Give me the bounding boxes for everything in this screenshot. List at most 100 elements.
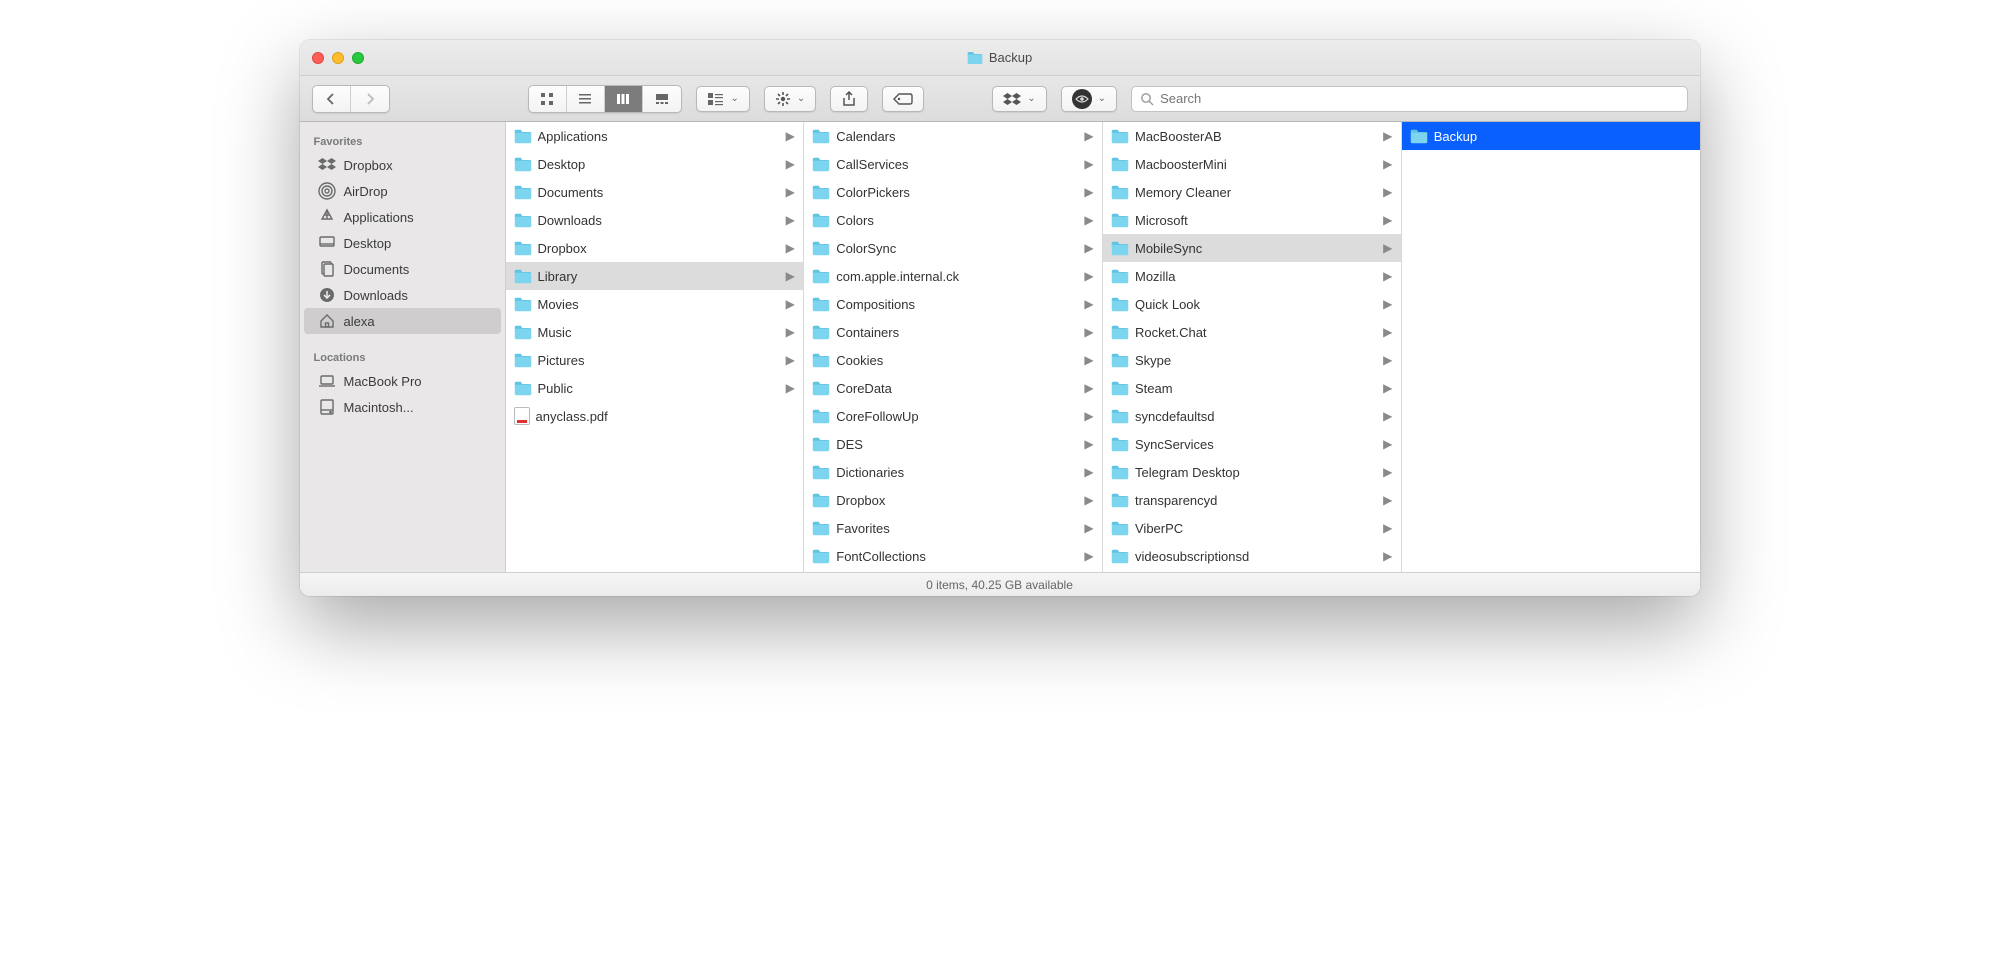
file-row[interactable]: CoreFollowUp▶ (804, 402, 1102, 430)
file-row[interactable]: Pictures▶ (506, 346, 804, 374)
tags-button[interactable] (882, 86, 924, 112)
sidebar-item[interactable]: alexa (304, 308, 501, 334)
sidebar-item[interactable]: Desktop (304, 230, 501, 256)
status-bar: 0 items, 40.25 GB available (300, 572, 1700, 596)
sidebar-item[interactable]: Dropbox (304, 152, 501, 178)
list-view-button[interactable] (567, 86, 605, 112)
file-row[interactable]: Colors▶ (804, 206, 1102, 234)
file-row[interactable]: Public▶ (506, 374, 804, 402)
file-row[interactable]: Dropbox▶ (506, 234, 804, 262)
folder-icon (1111, 409, 1129, 424)
sidebar-item-label: Downloads (344, 288, 408, 303)
sidebar: Favorites DropboxAirDropApplicationsDesk… (300, 122, 506, 572)
file-row[interactable]: Mozilla▶ (1103, 262, 1401, 290)
file-row[interactable]: Documents▶ (506, 178, 804, 206)
file-row[interactable]: FontCollections▶ (804, 542, 1102, 570)
file-label: MacboosterMini (1135, 157, 1377, 172)
file-row[interactable]: CoreData▶ (804, 374, 1102, 402)
sidebar-item-label: Macintosh... (344, 400, 414, 415)
file-row[interactable]: Telegram Desktop▶ (1103, 458, 1401, 486)
chevron-right-icon: ▶ (1383, 465, 1393, 479)
file-row[interactable]: Movies▶ (506, 290, 804, 318)
file-row[interactable]: Steam▶ (1103, 374, 1401, 402)
sidebar-item[interactable]: AirDrop (304, 178, 501, 204)
back-button[interactable] (313, 86, 351, 112)
file-row[interactable]: Backup (1402, 122, 1700, 150)
column[interactable]: Calendars▶CallServices▶ColorPickers▶Colo… (804, 122, 1103, 572)
file-label: Mozilla (1135, 269, 1377, 284)
file-row[interactable]: Quick Look▶ (1103, 290, 1401, 318)
file-row[interactable]: videosubscriptionsd▶ (1103, 542, 1401, 570)
column[interactable]: MacBoosterAB▶MacboosterMini▶Memory Clean… (1103, 122, 1402, 572)
file-label: DES (836, 437, 1078, 452)
file-row[interactable]: Compositions▶ (804, 290, 1102, 318)
file-row[interactable]: Memory Cleaner▶ (1103, 178, 1401, 206)
file-row[interactable]: Calendars▶ (804, 122, 1102, 150)
column[interactable]: Backup (1402, 122, 1700, 572)
sidebar-item[interactable]: MacBook Pro (304, 368, 501, 394)
close-button[interactable] (312, 52, 324, 64)
file-row[interactable]: com.apple.internal.ck▶ (804, 262, 1102, 290)
file-row[interactable]: syncdefaultsd▶ (1103, 402, 1401, 430)
titlebar[interactable]: Backup (300, 40, 1700, 76)
forward-button[interactable] (351, 86, 389, 112)
file-row[interactable]: Downloads▶ (506, 206, 804, 234)
folder-icon (514, 297, 532, 312)
file-row[interactable]: Dictionaries▶ (804, 458, 1102, 486)
sidebar-item[interactable]: Macintosh... (304, 394, 501, 420)
gallery-view-button[interactable] (643, 86, 681, 112)
chevron-right-icon: ▶ (1383, 409, 1393, 423)
file-row[interactable]: transparencyd▶ (1103, 486, 1401, 514)
file-row[interactable]: MobileSync▶ (1103, 234, 1401, 262)
file-row[interactable]: Containers▶ (804, 318, 1102, 346)
search-field[interactable] (1131, 86, 1687, 112)
file-row[interactable]: Rocket.Chat▶ (1103, 318, 1401, 346)
file-row[interactable]: anyclass.pdf (506, 402, 804, 430)
sidebar-item[interactable]: Documents (304, 256, 501, 282)
dropbox-icon (1003, 92, 1021, 106)
search-input[interactable] (1160, 91, 1678, 106)
file-row[interactable]: Skype▶ (1103, 346, 1401, 374)
chevron-right-icon: ▶ (1084, 521, 1094, 535)
file-label: transparencyd (1135, 493, 1377, 508)
privacy-button[interactable]: ⌄ (1061, 86, 1117, 112)
file-row[interactable]: MacBoosterAB▶ (1103, 122, 1401, 150)
file-label: ColorPickers (836, 185, 1078, 200)
file-row[interactable]: Favorites ▶ (804, 514, 1102, 542)
column[interactable]: Applications▶Desktop▶Documents▶Downloads… (506, 122, 805, 572)
file-row[interactable]: Music▶ (506, 318, 804, 346)
icon-view-button[interactable] (529, 86, 567, 112)
file-row[interactable]: ViberPC▶ (1103, 514, 1401, 542)
action-button[interactable]: ⌄ (764, 86, 816, 112)
file-row[interactable]: Library▶ (506, 262, 804, 290)
sidebar-item-label: Documents (344, 262, 410, 277)
zoom-button[interactable] (352, 52, 364, 64)
file-row[interactable]: Desktop▶ (506, 150, 804, 178)
folder-icon (514, 213, 532, 228)
sidebar-item[interactable]: Downloads (304, 282, 501, 308)
chevron-right-icon: ▶ (1383, 297, 1393, 311)
file-row[interactable]: SyncServices▶ (1103, 430, 1401, 458)
file-row[interactable]: Cookies▶ (804, 346, 1102, 374)
file-row[interactable]: Microsoft▶ (1103, 206, 1401, 234)
file-row[interactable]: ColorPickers▶ (804, 178, 1102, 206)
file-row[interactable]: CallServices▶ (804, 150, 1102, 178)
file-row[interactable]: DES▶ (804, 430, 1102, 458)
file-row[interactable]: ColorSync▶ (804, 234, 1102, 262)
file-label: CoreData (836, 381, 1078, 396)
folder-icon (812, 185, 830, 200)
file-row[interactable]: Dropbox▶ (804, 486, 1102, 514)
dropbox-button[interactable]: ⌄ (992, 86, 1046, 112)
group-by-button[interactable]: ⌄ (696, 86, 750, 112)
share-icon (842, 91, 856, 107)
file-row[interactable]: Applications▶ (506, 122, 804, 150)
minimize-button[interactable] (332, 52, 344, 64)
file-label: Favorites (836, 521, 1078, 536)
folder-icon (514, 353, 532, 368)
file-row[interactable]: MacboosterMini▶ (1103, 150, 1401, 178)
folder-icon (1111, 353, 1129, 368)
chevron-right-icon: ▶ (785, 213, 795, 227)
share-button[interactable] (830, 86, 868, 112)
column-view-button[interactable] (605, 86, 643, 112)
sidebar-item[interactable]: Applications (304, 204, 501, 230)
